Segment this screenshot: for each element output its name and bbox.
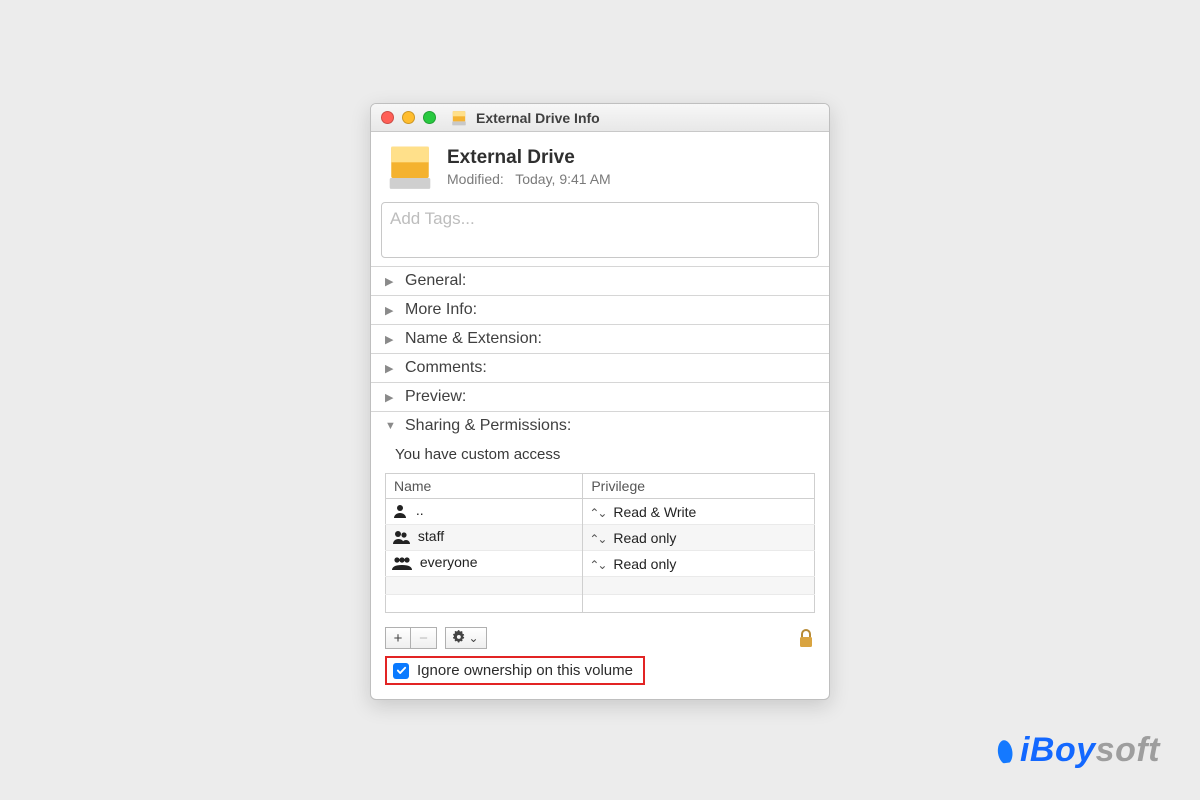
stepper-icon[interactable]: ⌃⌄ <box>589 532 605 546</box>
chevron-down-icon: ⌄ <box>468 631 478 645</box>
window-title: External Drive Info <box>476 110 600 126</box>
section-comments[interactable]: ▶ Comments: <box>371 353 829 382</box>
window-close-button[interactable] <box>381 111 394 124</box>
section-sharing-permissions[interactable]: ▼ Sharing & Permissions: <box>371 411 829 440</box>
get-info-window: External Drive Info External Drive Modif… <box>370 103 830 700</box>
column-header-privilege[interactable]: Privilege <box>583 474 815 499</box>
user-name: everyone <box>420 554 478 570</box>
section-preview[interactable]: ▶ Preview: <box>371 382 829 411</box>
ignore-ownership-row[interactable]: Ignore ownership on this volume <box>385 656 645 685</box>
gear-icon <box>453 630 466 647</box>
permissions-row-empty <box>386 577 815 595</box>
tags-input[interactable]: Add Tags... <box>381 202 819 258</box>
privilege-value[interactable]: Read only <box>613 556 676 572</box>
external-drive-icon <box>450 109 468 127</box>
privilege-value[interactable]: Read & Write <box>613 504 696 520</box>
permissions-row[interactable]: everyone ⌃⌄ Read only <box>386 551 815 577</box>
section-label: Sharing & Permissions: <box>405 417 571 435</box>
person-icon <box>392 504 408 521</box>
ignore-ownership-label: Ignore ownership on this volume <box>417 662 633 679</box>
section-more-info[interactable]: ▶ More Info: <box>371 295 829 324</box>
ignore-ownership-checkbox[interactable] <box>393 663 409 679</box>
item-name: External Drive <box>447 147 611 169</box>
section-label: General: <box>405 272 466 290</box>
stepper-icon[interactable]: ⌃⌄ <box>589 506 605 520</box>
watermark: iBoysoft <box>996 731 1160 770</box>
add-button[interactable]: + <box>385 627 411 649</box>
disclosure-right-icon: ▶ <box>385 304 399 317</box>
permissions-row[interactable]: staff ⌃⌄ Read only <box>386 525 815 551</box>
external-drive-icon <box>385 142 435 192</box>
add-remove-group: + − <box>385 627 437 649</box>
access-summary: You have custom access <box>385 440 815 473</box>
privilege-value[interactable]: Read only <box>613 530 676 546</box>
lock-icon[interactable] <box>797 628 815 648</box>
column-header-name[interactable]: Name <box>386 474 583 499</box>
modified-line: Modified: Today, 9:41 AM <box>447 171 611 187</box>
disclosure-down-icon: ▼ <box>385 420 399 432</box>
brand-text: iBoysoft <box>1020 731 1160 770</box>
stepper-icon[interactable]: ⌃⌄ <box>589 558 605 572</box>
disclosure-right-icon: ▶ <box>385 275 399 288</box>
section-label: Name & Extension: <box>405 330 542 348</box>
section-label: Comments: <box>405 359 487 377</box>
section-label: More Info: <box>405 301 477 319</box>
modified-value: Today, 9:41 AM <box>515 171 610 187</box>
window-minimize-button[interactable] <box>402 111 415 124</box>
user-name: staff <box>418 528 444 544</box>
modified-label: Modified: <box>447 171 504 187</box>
info-header: External Drive Modified: Today, 9:41 AM <box>371 132 829 202</box>
permissions-row-empty <box>386 595 815 613</box>
disclosure-right-icon: ▶ <box>385 362 399 375</box>
titlebar[interactable]: External Drive Info <box>371 104 829 132</box>
action-menu-button[interactable]: ⌄ <box>445 627 487 649</box>
sharing-permissions-body: You have custom access Name Privilege .. <box>371 440 829 621</box>
permissions-toolbar: + − ⌄ <box>371 621 829 653</box>
section-general[interactable]: ▶ General: <box>371 266 829 295</box>
droplet-icon <box>994 737 1015 763</box>
permissions-row[interactable]: .. ⌃⌄ Read & Write <box>386 499 815 525</box>
remove-button[interactable]: − <box>411 627 437 649</box>
user-name: .. <box>416 502 424 518</box>
disclosure-right-icon: ▶ <box>385 333 399 346</box>
section-name-extension[interactable]: ▶ Name & Extension: <box>371 324 829 353</box>
group-icon <box>392 530 410 547</box>
window-zoom-button[interactable] <box>423 111 436 124</box>
disclosure-right-icon: ▶ <box>385 391 399 404</box>
group-icon <box>392 556 412 573</box>
permissions-table: Name Privilege .. ⌃⌄ Read & Write <box>385 473 815 613</box>
section-label: Preview: <box>405 388 466 406</box>
